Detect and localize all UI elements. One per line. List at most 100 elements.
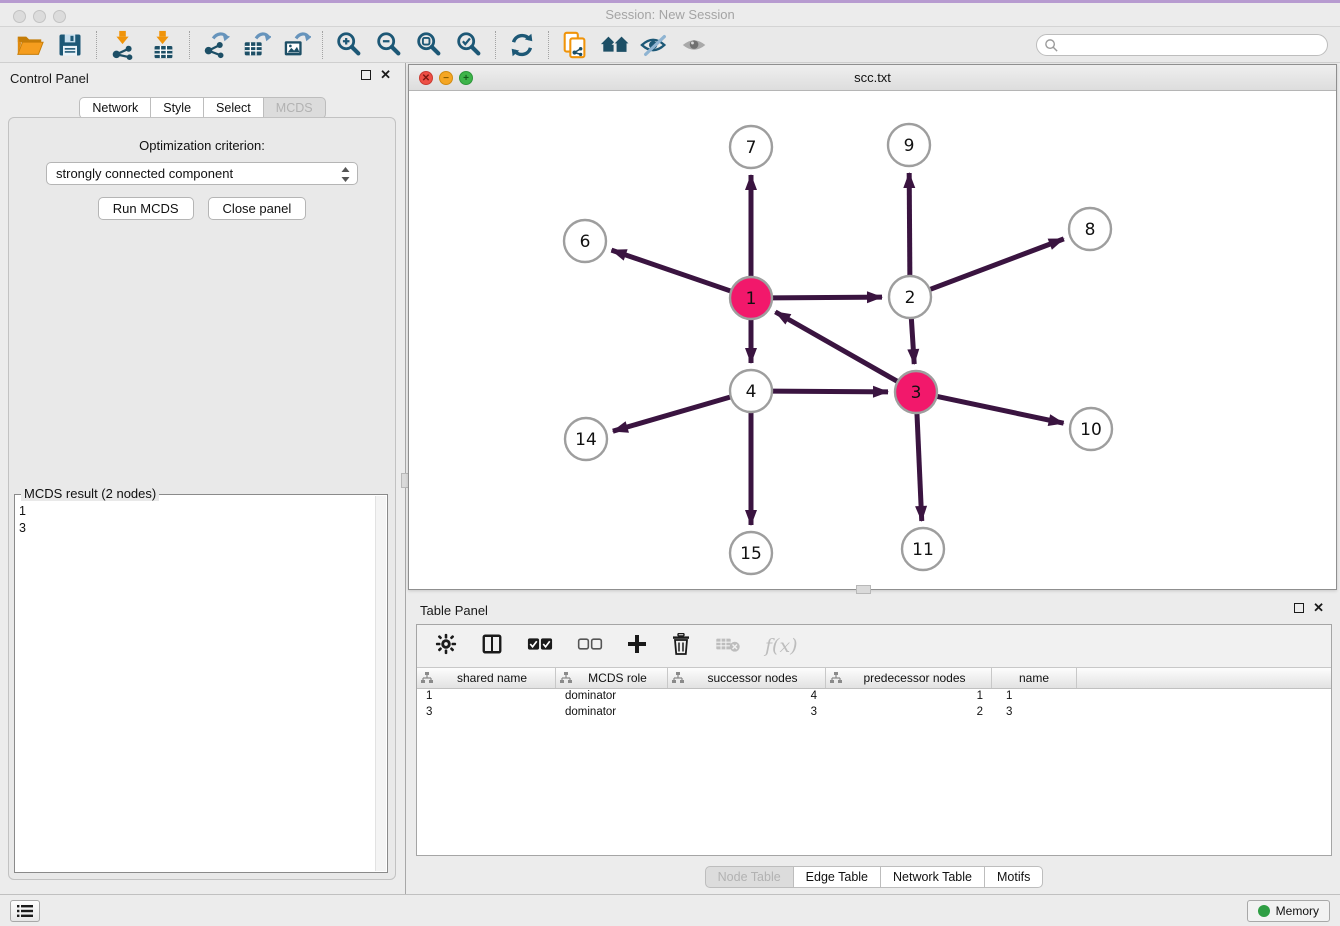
copy-network-icon[interactable] <box>555 29 595 61</box>
tab-network[interactable]: Network <box>79 97 151 119</box>
graph-edge-2-9[interactable] <box>909 173 910 276</box>
table-panel-header: Table Panel ✕ <box>408 598 1340 624</box>
tab-mcds[interactable]: MCDS <box>263 97 326 119</box>
column-type-icon <box>672 672 684 684</box>
close-panel-icon[interactable]: ✕ <box>380 70 391 80</box>
table-cell[interactable]: 1 <box>992 689 1077 705</box>
control-panel-title: Control Panel <box>10 71 89 86</box>
table-cell[interactable]: 1 <box>826 689 992 705</box>
column-shared-name[interactable]: shared name <box>417 668 556 688</box>
control-panel-header: Control Panel ✕ <box>0 63 405 91</box>
table-cell[interactable]: dominator <box>556 689 668 705</box>
tab-edge-table[interactable]: Edge Table <box>793 866 881 888</box>
delete-row-trash-icon[interactable] <box>671 633 691 660</box>
criterion-dropdown[interactable]: strongly connected component <box>46 162 358 185</box>
graph-edge-2-8[interactable] <box>930 239 1064 290</box>
close-table-panel-icon[interactable]: ✕ <box>1313 603 1324 613</box>
delete-table-icon-disabled <box>715 635 741 658</box>
graph-edge-1-6[interactable] <box>611 250 731 291</box>
run-mcds-button[interactable]: Run MCDS <box>98 197 194 220</box>
mcds-tab-content: Optimization criterion: strongly connect… <box>8 117 396 880</box>
column-predecessor-nodes[interactable]: predecessor nodes <box>826 668 992 688</box>
table-cell[interactable]: 4 <box>668 689 826 705</box>
table-column-header: shared name MCDS role successor nodes pr… <box>417 667 1331 689</box>
result-scrollbar[interactable] <box>375 496 386 871</box>
optimization-criterion-label: Optimization criterion: <box>9 138 395 153</box>
tab-motifs[interactable]: Motifs <box>984 866 1043 888</box>
graph-edge-3-11[interactable] <box>917 413 922 521</box>
graph-edge-3-10[interactable] <box>937 396 1064 423</box>
graph-edge-1-2[interactable] <box>772 297 882 298</box>
graph-node-label: 3 <box>911 383 922 403</box>
add-row-icon[interactable] <box>627 634 647 659</box>
import-network-icon[interactable] <box>103 29 143 61</box>
app-titlebar: Session: New Session <box>0 3 1340 27</box>
zoom-in-icon[interactable] <box>329 29 369 61</box>
network-canvas[interactable]: 7968124314101511 <box>409 91 1336 589</box>
apply-layout-icon[interactable] <box>502 29 542 61</box>
horizontal-splitter-grip[interactable] <box>856 585 871 594</box>
graph-edge-4-3[interactable] <box>772 391 888 392</box>
toolbar-separator <box>96 31 97 59</box>
column-successor-nodes[interactable]: successor nodes <box>668 668 826 688</box>
export-network-icon[interactable] <box>196 29 236 61</box>
mcds-result-line: 1 <box>19 503 373 520</box>
app-title: Session: New Session <box>0 7 1340 22</box>
column-mcds-role[interactable]: MCDS role <box>556 668 668 688</box>
column-type-icon <box>560 672 572 684</box>
graph-edge-4-14[interactable] <box>613 397 731 431</box>
tab-style[interactable]: Style <box>150 97 204 119</box>
status-bar: Memory <box>0 894 1340 926</box>
show-all-icon[interactable] <box>675 29 715 61</box>
zoom-fit-icon[interactable] <box>409 29 449 61</box>
float-panel-icon[interactable] <box>361 70 371 80</box>
tab-node-table[interactable]: Node Table <box>705 866 794 888</box>
mcds-result-list: 1 3 <box>19 503 373 870</box>
search-input[interactable] <box>1036 34 1328 56</box>
search-container <box>1036 34 1328 56</box>
first-neighbors-icon[interactable] <box>595 29 635 61</box>
memory-button[interactable]: Memory <box>1247 900 1330 922</box>
close-panel-button[interactable]: Close panel <box>208 197 307 220</box>
network-window-titlebar[interactable]: ✕ − + scc.txt <box>409 65 1336 91</box>
task-history-button[interactable] <box>10 900 40 922</box>
table-row[interactable]: 1dominator411 <box>417 689 1331 705</box>
table-cell[interactable]: 3 <box>417 705 556 721</box>
table-cell[interactable]: dominator <box>556 705 668 721</box>
mcds-result-title: MCDS result (2 nodes) <box>21 486 159 501</box>
hide-selected-icon[interactable] <box>635 29 675 61</box>
graph-node-label: 1 <box>746 289 757 309</box>
zoom-out-icon[interactable] <box>369 29 409 61</box>
table-cell[interactable]: 3 <box>668 705 826 721</box>
table-settings-gear-icon[interactable] <box>435 633 457 660</box>
import-table-icon[interactable] <box>143 29 183 61</box>
select-all-icon[interactable] <box>527 637 553 656</box>
graph-edge-2-3[interactable] <box>911 318 914 364</box>
graph-edge-3-1[interactable] <box>775 312 897 382</box>
table-panel-tabs: Node Table Edge Table Network Table Moti… <box>408 866 1340 888</box>
main-toolbar <box>0 27 1340 63</box>
criterion-dropdown-value: strongly connected component <box>56 166 233 181</box>
open-session-icon[interactable] <box>10 29 50 61</box>
table-cell[interactable]: 3 <box>992 705 1077 721</box>
table-cell[interactable]: 2 <box>826 705 992 721</box>
tab-network-table[interactable]: Network Table <box>880 866 985 888</box>
table-row[interactable]: 3dominator323 <box>417 705 1331 721</box>
deselect-all-icon[interactable] <box>577 637 603 656</box>
network-graph[interactable]: 7968124314101511 <box>409 91 1336 589</box>
graph-node-label: 9 <box>904 136 915 156</box>
toolbar-separator <box>548 31 549 59</box>
table-cell[interactable]: 1 <box>417 689 556 705</box>
column-name[interactable]: name <box>992 668 1077 688</box>
node-table-container: f(x) shared name MCDS role successor nod… <box>416 624 1332 856</box>
graph-node-label: 11 <box>912 540 934 560</box>
tab-select[interactable]: Select <box>203 97 264 119</box>
dropdown-stepper-icon <box>340 166 351 189</box>
float-table-panel-icon[interactable] <box>1294 603 1304 613</box>
export-image-icon[interactable] <box>276 29 316 61</box>
export-table-icon[interactable] <box>236 29 276 61</box>
save-session-icon[interactable] <box>50 29 90 61</box>
graph-node-label: 7 <box>746 138 757 158</box>
zoom-selected-icon[interactable] <box>449 29 489 61</box>
show-column-panel-icon[interactable] <box>481 633 503 660</box>
